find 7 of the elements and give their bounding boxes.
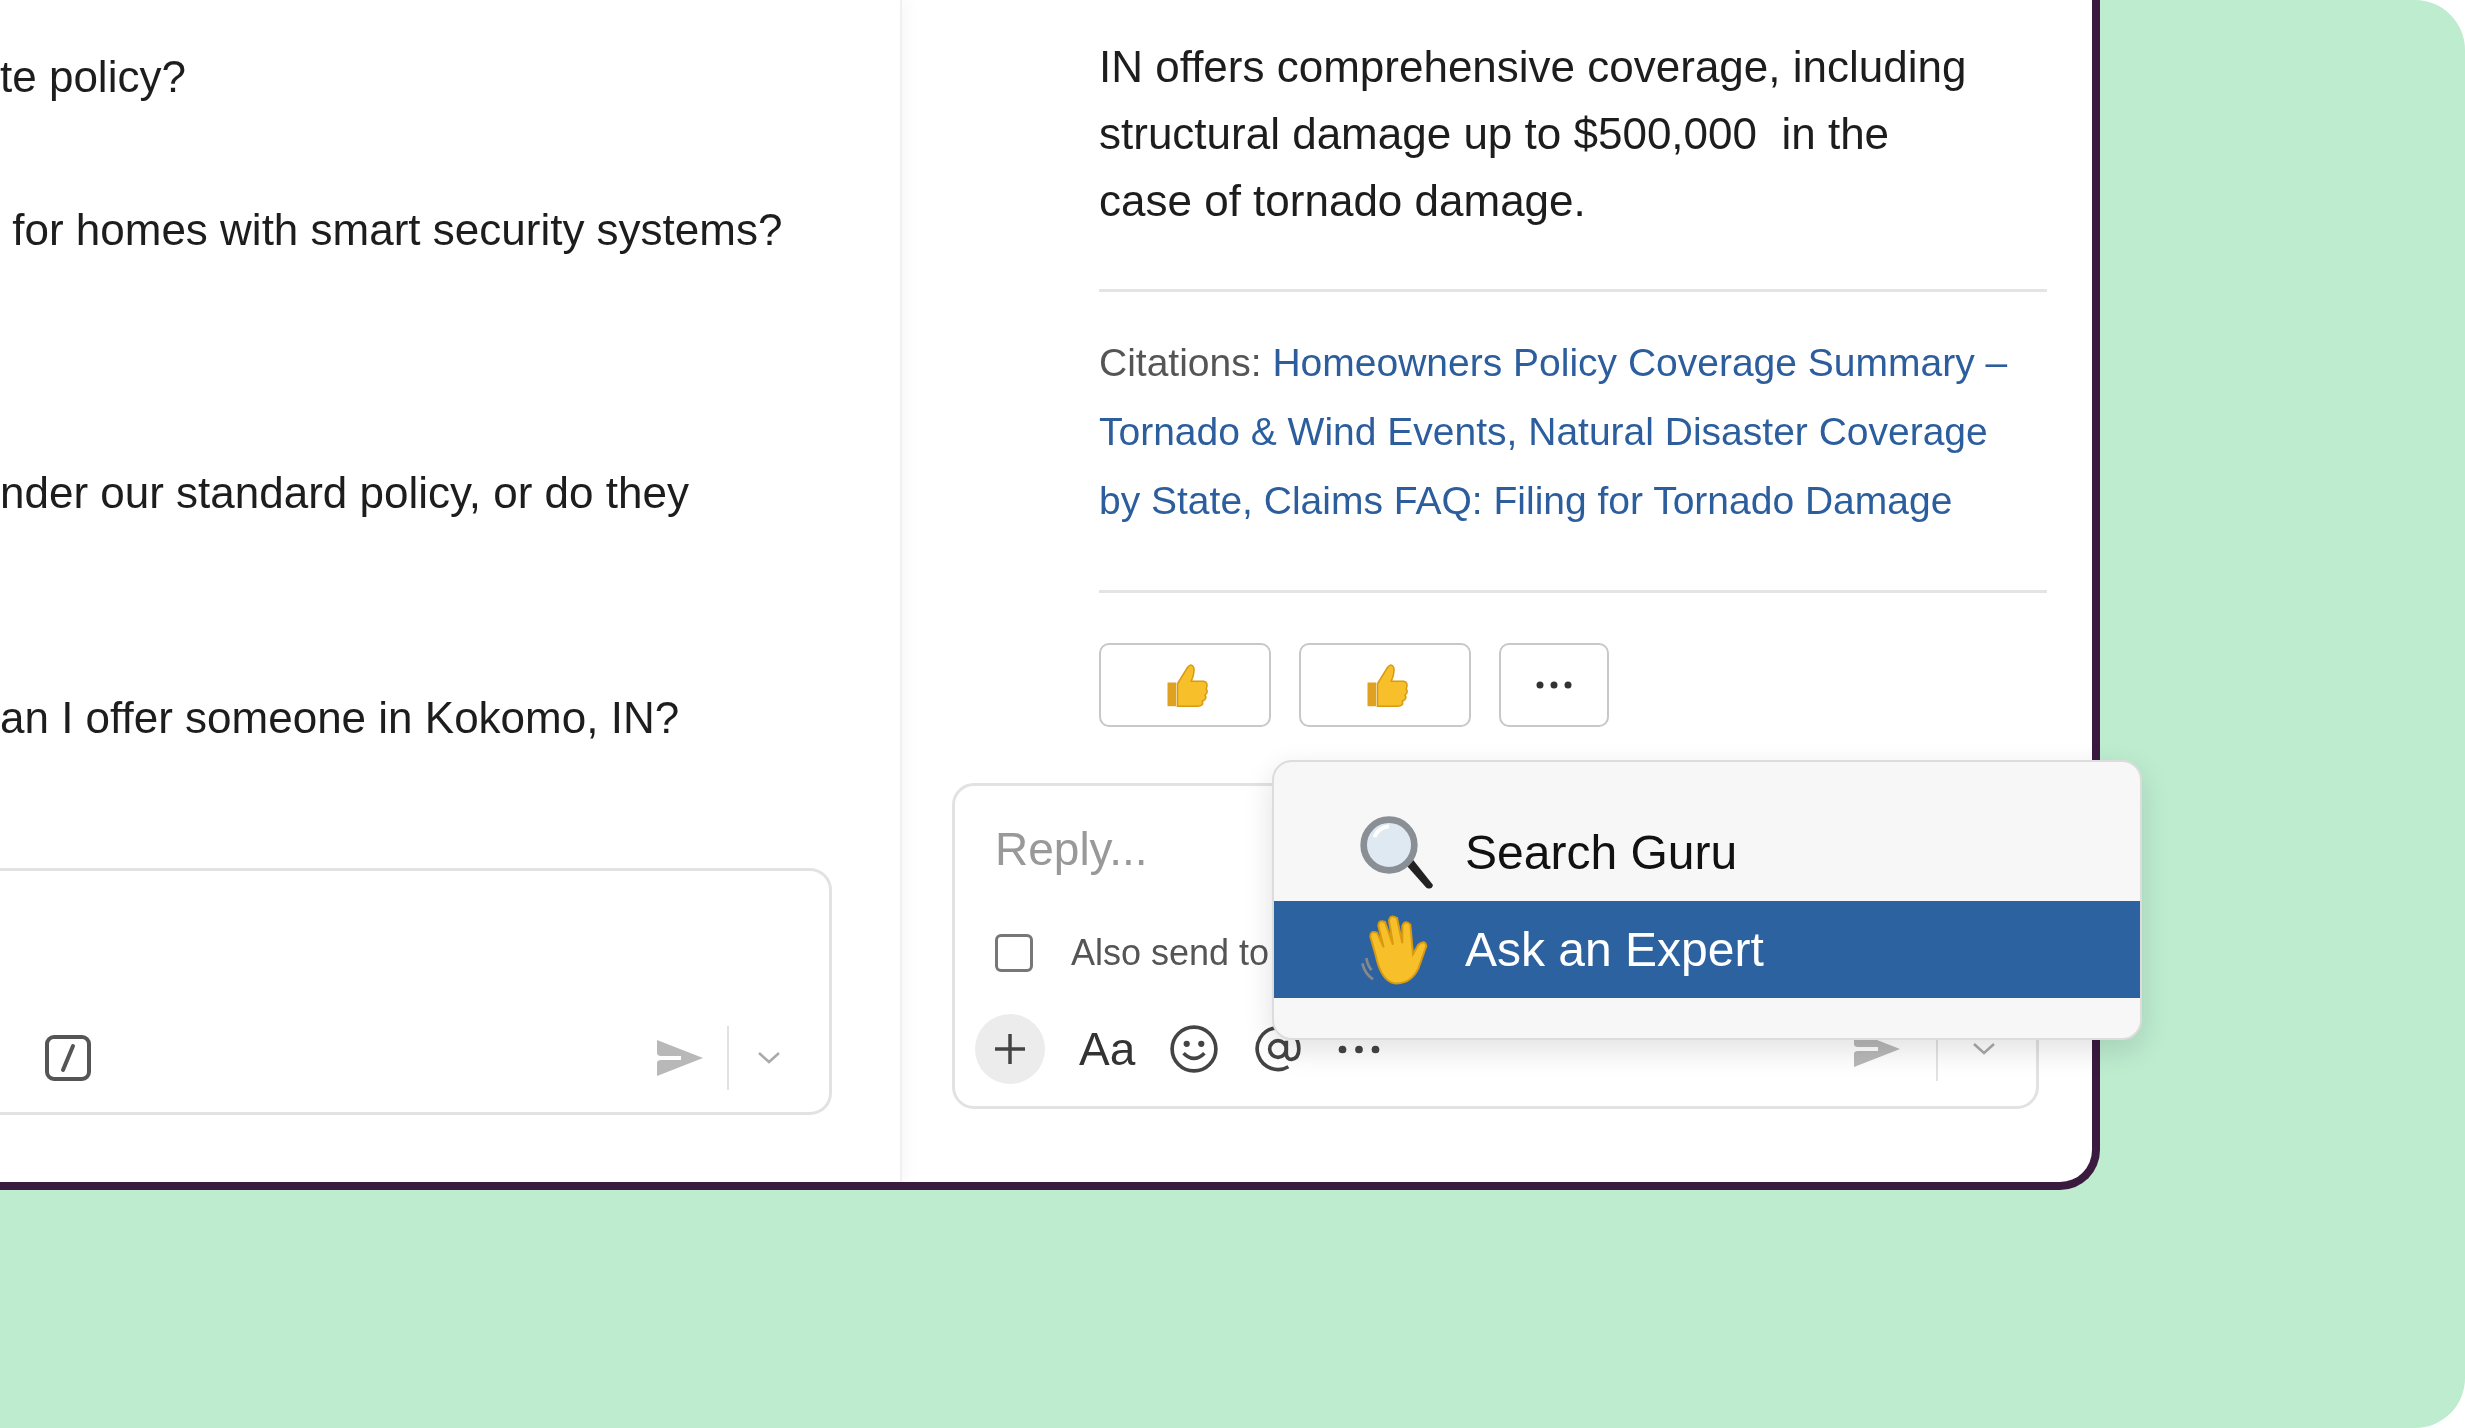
citations-text: Citations: Homeowners Policy Coverage Summary – Tornado & Wind Events, Natural Disaster Coverage by State, Claims FAQ: Filing for Tornado Damage [1099, 340, 2009, 524]
answer-text: IN offers comprehensive coverage, including structural damage up to $500,000 in the case of tornado damage. [1099, 41, 1968, 227]
message-text: te policy? [0, 51, 187, 103]
message-text: nder our standard policy, or do they [0, 467, 690, 519]
message-text: an I offer someone in Kokomo, IN? [0, 692, 681, 744]
checkbox-label: Also send to [1071, 932, 1270, 974]
message-text: for homes with smart security systems? [11, 204, 784, 256]
